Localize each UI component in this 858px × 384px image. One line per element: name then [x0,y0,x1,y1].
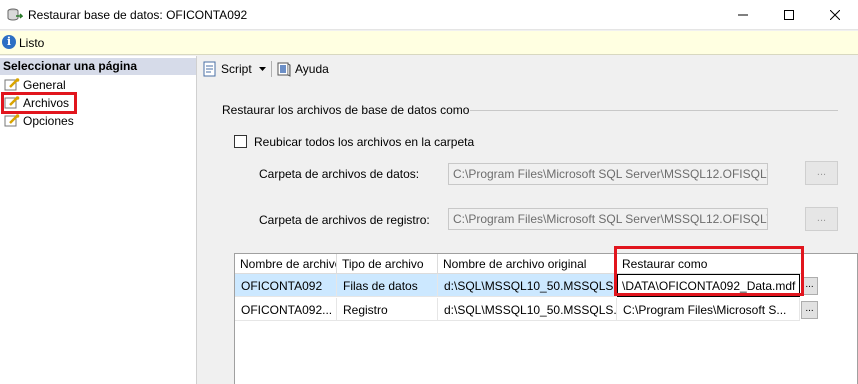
nav-item-label: General [23,78,66,92]
maximize-button[interactable] [766,0,812,30]
script-button[interactable]: Script [202,61,252,77]
highlight-box-archivos [1,92,77,114]
maximize-icon [784,10,794,20]
data-folder-field[interactable]: C:\Program Files\Microsoft SQL Server\MS… [448,163,768,185]
status-bar: i Listo [0,31,858,55]
nav-item-label: Opciones [23,114,74,128]
log-folder-label: Carpeta de archivos de registro: [259,213,430,227]
log-folder-browse-button[interactable]: ... [805,207,838,231]
highlight-box-restore-as [614,246,804,296]
cell-file-type: Registro [337,298,438,321]
script-icon [203,61,216,77]
status-text: Listo [19,36,45,50]
info-icon: i [2,35,16,49]
caret-down-icon [259,66,266,71]
main-pane: Script Ayuda Restaurar los archivos de b… [198,56,858,384]
cell-restore-as[interactable]: C:\Program Files\Microsoft S... [617,298,800,321]
nav-item-opciones[interactable]: Opciones [4,113,74,129]
relocate-all-files-label: Reubicar todos los archivos en la carpet… [254,135,475,149]
column-header-logical-name[interactable]: Nombre de archivo... [235,254,337,274]
cell-original-name: d:\SQL\MSSQL10_50.MSSQLS... [438,298,617,321]
title-bar: Restaurar base de datos: OFICONTA092 [0,0,858,30]
wrench-page-icon [4,78,20,91]
cell-logical-name: OFICONTA092 [235,274,337,297]
wrench-page-icon [4,114,20,127]
data-folder-label: Carpeta de archivos de datos: [259,167,420,181]
help-button[interactable]: Ayuda [276,61,329,77]
page-selector-header: Seleccionar una página [0,58,196,75]
minimize-icon [738,14,748,16]
minimize-button[interactable] [720,0,766,30]
relocate-all-files-checkbox[interactable] [234,135,247,148]
help-book-icon [277,62,291,77]
section-title: Restaurar los archivos de base de datos … [222,103,470,117]
column-header-original-name[interactable]: Nombre de archivo original [438,254,617,274]
toolbar-separator [271,61,272,77]
cell-original-name: d:\SQL\MSSQL10_50.MSSQLS... [438,274,617,297]
close-button[interactable] [812,0,858,30]
log-folder-field[interactable]: C:\Program Files\Microsoft SQL Server\MS… [448,208,768,230]
help-label: Ayuda [295,62,329,76]
window-title: Restaurar base de datos: OFICONTA092 [28,8,248,22]
database-restore-icon [7,8,23,21]
cell-logical-name: OFICONTA092... [235,298,337,321]
page-selector-pane: Seleccionar una página General Archivos … [0,56,197,384]
row-browse-button[interactable]: ... [801,301,818,319]
toolbar: Script Ayuda [198,56,858,82]
cell-file-type: Filas de datos [337,274,438,297]
nav-item-general[interactable]: General [4,77,66,93]
section-divider [470,110,838,111]
script-dropdown-button[interactable] [259,61,266,77]
data-folder-browse-button[interactable]: ... [805,161,838,185]
script-label: Script [221,62,252,76]
column-header-file-type[interactable]: Tipo de archivo [337,254,438,274]
close-icon [830,10,840,20]
